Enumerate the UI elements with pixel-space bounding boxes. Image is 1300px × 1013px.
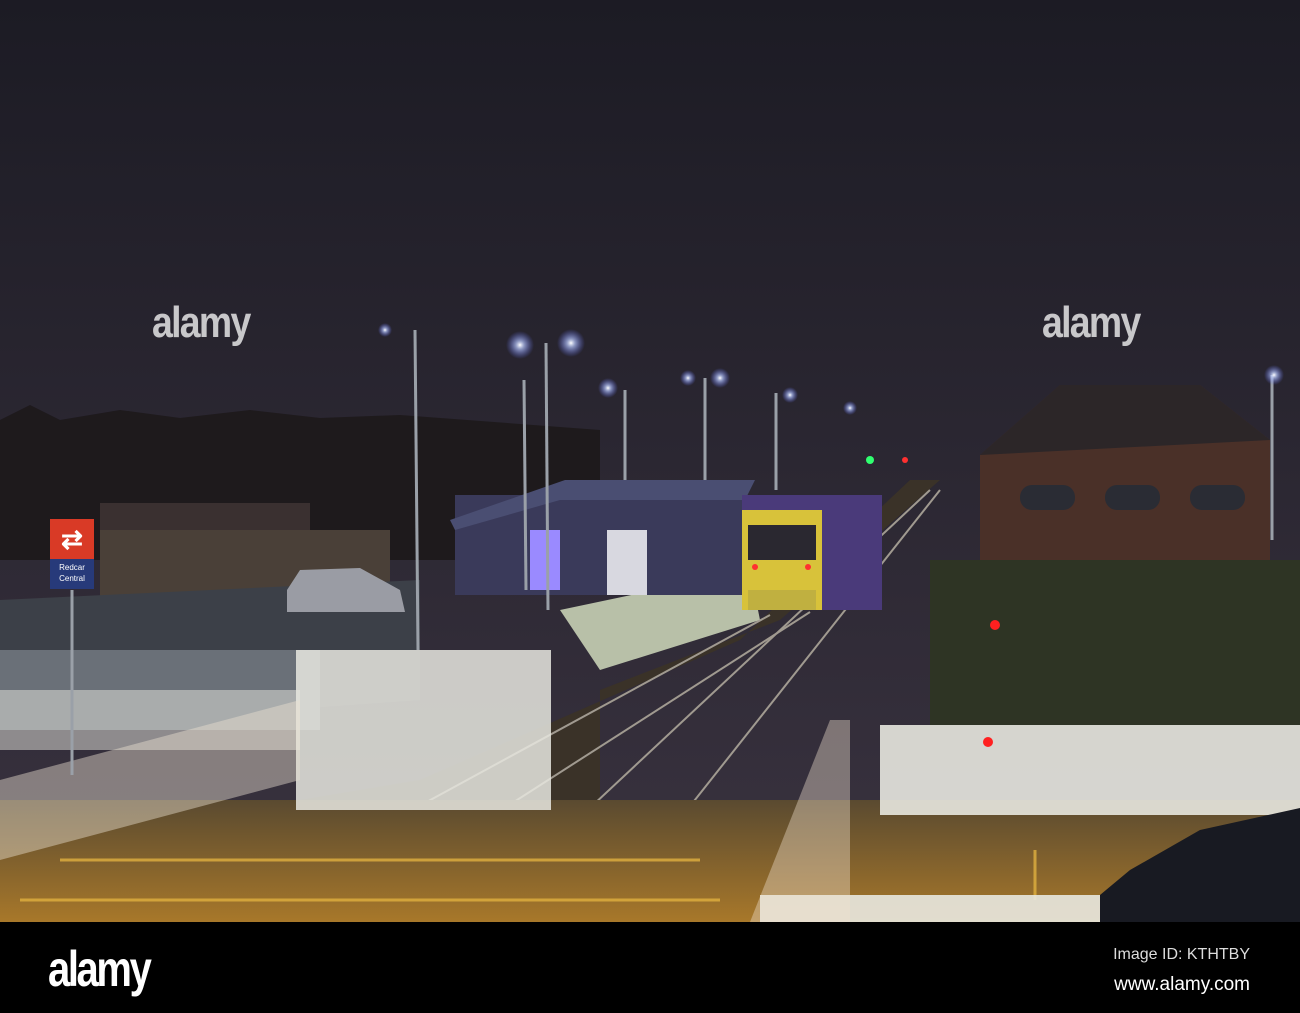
- train: [742, 495, 882, 610]
- station-sign: ⇄ Redcar Central: [50, 519, 94, 589]
- night-station-photo: [0, 0, 1300, 922]
- sign-line-1: Redcar: [59, 563, 85, 572]
- footer-bar: alamy Image ID: KTHTBY www.alamy.com: [0, 922, 1300, 1013]
- image-id: Image ID: KTHTBY: [1113, 946, 1250, 963]
- site-url: www.alamy.com: [1114, 974, 1250, 995]
- watermark: alamy: [152, 298, 251, 347]
- grass-verge: [930, 560, 1300, 730]
- sign-line-2: Central: [59, 574, 85, 583]
- national-rail-icon: ⇄: [50, 519, 94, 559]
- alamy-logo: alamy: [48, 941, 152, 997]
- watermark: alamy: [1042, 298, 1141, 347]
